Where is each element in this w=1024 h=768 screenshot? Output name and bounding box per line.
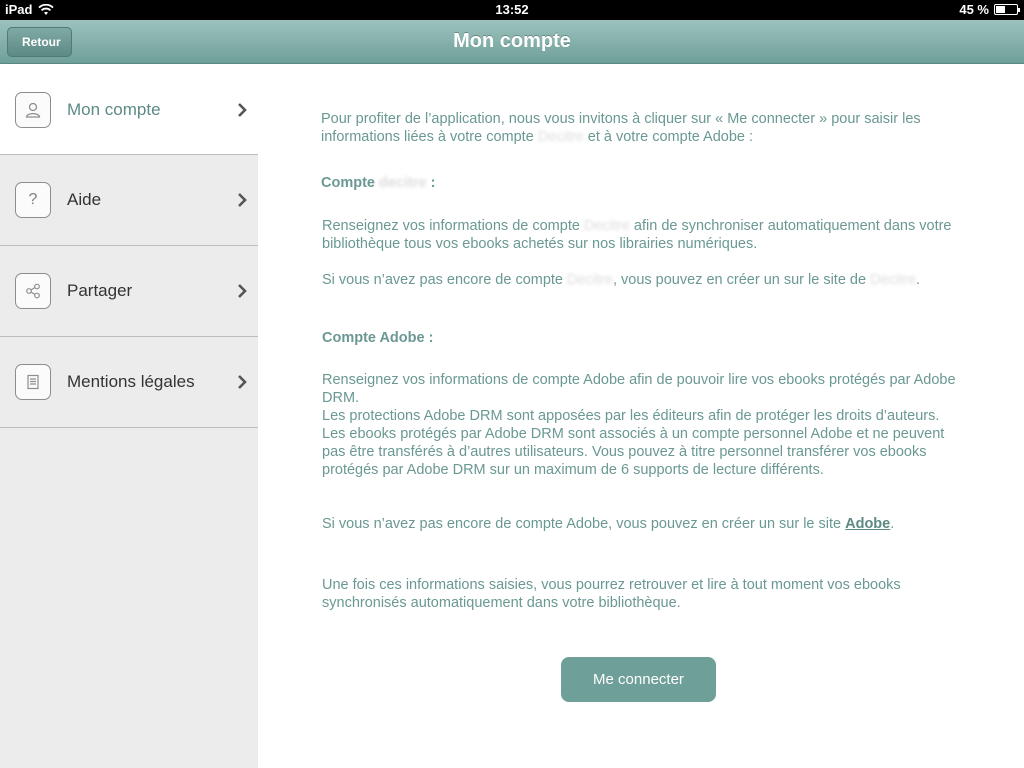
status-time: 13:52 bbox=[495, 2, 529, 17]
connect-button[interactable]: Me connecter bbox=[561, 657, 716, 702]
section2-paragraph-3: Si vous n’avez pas encore de compte Adob… bbox=[322, 516, 895, 532]
section1-paragraph-1: Renseignez vos informations de compte De… bbox=[322, 218, 952, 252]
content-panel: Pour profiter de l’application, nous vou… bbox=[258, 65, 1024, 768]
sidebar-item-label: Partager bbox=[67, 281, 133, 300]
sidebar-item-label: Mon compte bbox=[67, 99, 161, 119]
sidebar-item-mon-compte[interactable]: Mon compte bbox=[0, 65, 258, 155]
sidebar-item-label: Aide bbox=[67, 190, 102, 209]
outro-text: Une fois ces informations saisies, vous … bbox=[322, 577, 901, 611]
sidebar-item-label: Mentions légales bbox=[67, 372, 195, 391]
sidebar-item-aide[interactable]: ? Aide bbox=[0, 155, 258, 246]
chevron-right-icon bbox=[238, 375, 247, 389]
redacted-brand: Decitre bbox=[537, 129, 584, 145]
battery-icon bbox=[994, 4, 1020, 15]
intro-text: Pour profiter de l’application, nous vou… bbox=[321, 111, 921, 145]
status-right: 45 % bbox=[959, 2, 1020, 17]
chevron-right-icon bbox=[238, 284, 247, 298]
section-title-compte: Compte decitre : bbox=[321, 175, 436, 191]
section-title-adobe: Compte Adobe : bbox=[322, 330, 434, 346]
document-icon bbox=[15, 364, 51, 400]
status-bar: iPad 13:52 45 % bbox=[0, 0, 1024, 20]
sidebar-item-mentions-legales[interactable]: Mentions légales bbox=[0, 337, 258, 428]
chevron-right-icon bbox=[238, 193, 247, 207]
share-icon bbox=[15, 273, 51, 309]
section1-paragraph-2: Si vous n’avez pas encore de compte Deci… bbox=[322, 272, 921, 288]
sidebar: Mon compte ? Aide Partager Mentions léga… bbox=[0, 65, 258, 768]
sidebar-item-partager[interactable]: Partager bbox=[0, 246, 258, 337]
adobe-link[interactable]: Adobe bbox=[845, 516, 890, 532]
chevron-right-icon bbox=[238, 102, 247, 117]
nav-bar: Retour Mon compte bbox=[0, 20, 1024, 64]
question-icon: ? bbox=[15, 182, 51, 218]
redacted-brand: decitre bbox=[379, 175, 427, 191]
section2-paragraph-2: Les protections Adobe DRM sont apposées … bbox=[322, 408, 945, 478]
redacted-brand: Decitre bbox=[567, 272, 613, 288]
section2-paragraph-1: Renseignez vos informations de compte Ad… bbox=[322, 372, 956, 406]
redacted-brand: Decitre bbox=[870, 272, 917, 288]
battery-percent: 45 % bbox=[959, 2, 989, 17]
page-title: Mon compte bbox=[453, 30, 571, 52]
user-icon bbox=[15, 91, 51, 128]
redacted-brand: Decitre bbox=[583, 218, 630, 234]
